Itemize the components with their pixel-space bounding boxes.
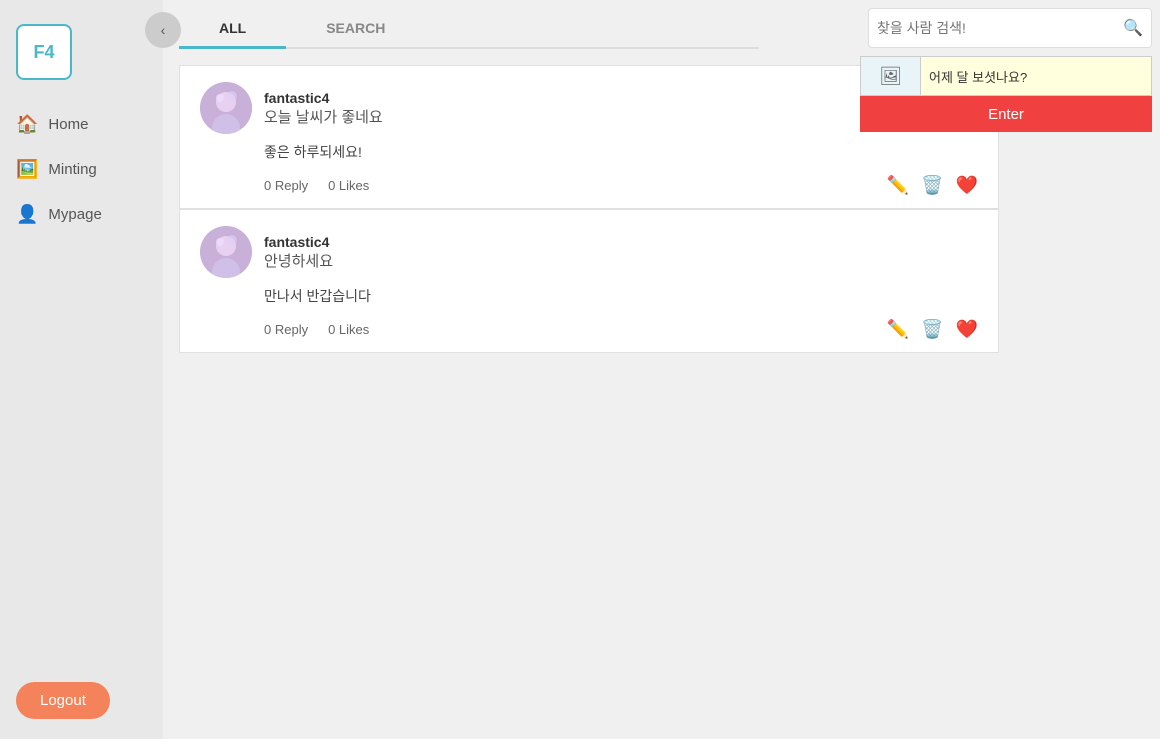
mypage-icon: 👤 [16,204,38,225]
post-username-2: fantastic4 [264,234,333,250]
sidebar: F4 🏠 Home 🖼️ Minting 👤 Mypage Logout ‹ [0,0,163,739]
post-title-1: 오늘 날씨가 좋네요 [264,106,383,127]
sidebar-item-home[interactable]: 🏠 Home [0,104,163,145]
post-title-2: 안녕하세요 [264,250,333,271]
heart-icon-1[interactable]: ❤️ [956,175,978,196]
sidebar-logo: F4 [16,24,72,80]
reply-btn-2[interactable]: 0 Reply [264,322,308,337]
top-right-panel: 🔍 🖼 Enter [860,0,1160,56]
tabs: ALL SEARCH [179,10,759,49]
post-actions-1: 0 Reply 0 Likes ✏️ 🗑️ ❤️ [264,175,978,196]
post-meta-2: fantastic4 안녕하세요 [264,234,333,271]
post-action-left-2: 0 Reply 0 Likes [264,322,887,337]
post-action-right-1: ✏️ 🗑️ ❤️ [887,175,978,196]
post-box-input[interactable] [921,57,1151,95]
post-box: 🖼 Enter [860,56,1152,132]
post-body-2: 만나서 반갑습니다 [264,286,978,307]
edit-icon-2[interactable]: ✏️ [887,319,909,340]
search-icon[interactable]: 🔍 [1123,18,1143,38]
sidebar-item-home-label: Home [48,116,88,133]
home-icon: 🏠 [16,114,38,135]
minting-icon: 🖼️ [16,159,38,180]
tab-search[interactable]: SEARCH [286,10,425,49]
avatar-1 [200,82,252,134]
post-action-right-2: ✏️ 🗑️ ❤️ [887,319,978,340]
post-box-image-icon[interactable]: 🖼 [861,57,921,95]
logout-button[interactable]: Logout [16,682,110,719]
sidebar-item-minting-label: Minting [48,161,96,178]
sidebar-item-mypage-label: Mypage [48,206,101,223]
search-input[interactable] [877,20,1123,36]
main-content: 🔍 🖼 Enter ALL SEARCH [163,0,1160,739]
post-card-2: fantastic4 안녕하세요 만나서 반갑습니다 0 Reply 0 Lik… [179,209,999,353]
post-header-2: fantastic4 안녕하세요 [200,226,978,278]
reply-btn-1[interactable]: 0 Reply [264,178,308,193]
heart-icon-2[interactable]: ❤️ [956,319,978,340]
likes-btn-2[interactable]: 0 Likes [328,322,369,337]
post-body-1: 좋은 하루되세요! [264,142,978,163]
post-action-left-1: 0 Reply 0 Likes [264,178,887,193]
post-box-top: 🖼 [860,56,1152,96]
search-bar: 🔍 [868,8,1152,48]
delete-icon-1[interactable]: 🗑️ [921,175,943,196]
post-meta-1: fantastic4 오늘 날씨가 좋네요 [264,90,383,127]
likes-btn-1[interactable]: 0 Likes [328,178,369,193]
post-actions-2: 0 Reply 0 Likes ✏️ 🗑️ ❤️ [264,319,978,340]
sidebar-collapse-button[interactable]: ‹ [145,12,181,48]
tab-all[interactable]: ALL [179,10,286,49]
sidebar-item-mypage[interactable]: 👤 Mypage [0,194,163,235]
sidebar-nav: 🏠 Home 🖼️ Minting 👤 Mypage [0,104,163,235]
post-username-1: fantastic4 [264,90,383,106]
post-box-enter-button[interactable]: Enter [860,96,1152,132]
sidebar-item-minting[interactable]: 🖼️ Minting [0,149,163,190]
delete-icon-2[interactable]: 🗑️ [921,319,943,340]
edit-icon-1[interactable]: ✏️ [887,175,909,196]
avatar-2 [200,226,252,278]
